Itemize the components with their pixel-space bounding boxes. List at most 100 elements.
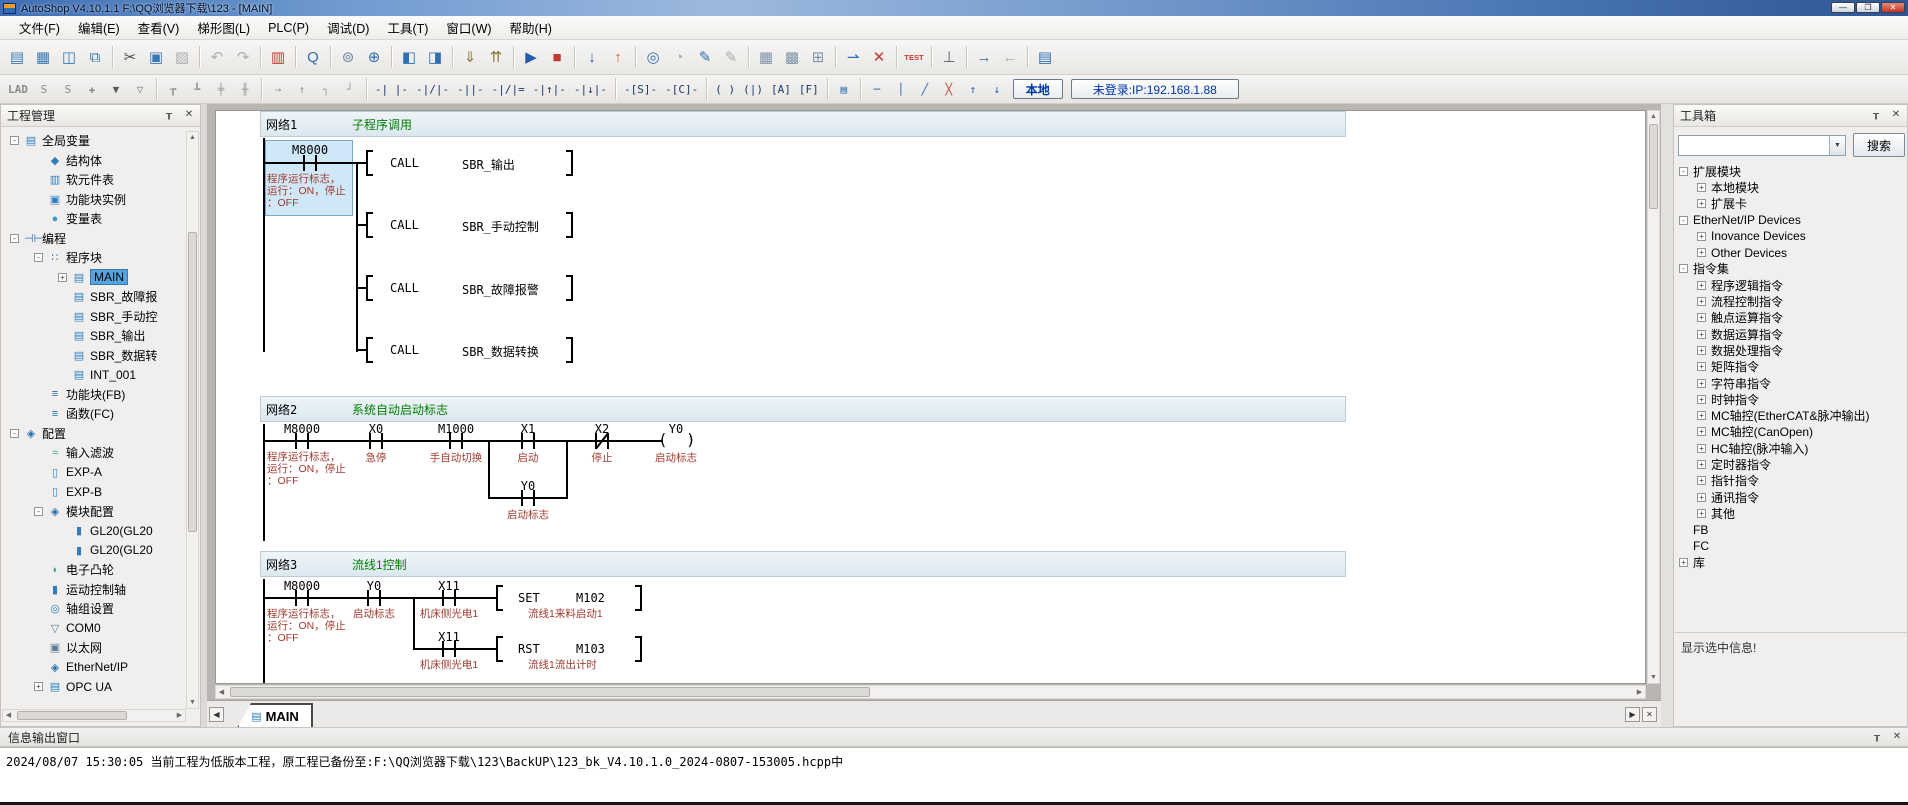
usb-connect-button[interactable]: ⊥	[937, 45, 961, 69]
tree-item-label[interactable]: OPC UA	[66, 680, 112, 694]
expander-icon[interactable]: +	[1697, 297, 1706, 306]
tree-item[interactable]: +扩展卡	[1675, 196, 1907, 212]
instruction-block[interactable]: CALLSBR_数据转换	[366, 337, 573, 363]
close-panel-icon[interactable]: ✕	[1889, 108, 1903, 122]
tree-item-label[interactable]: EXP-A	[66, 465, 102, 479]
tree-item[interactable]: + 数据处理指令	[1675, 342, 1907, 358]
tree-item-label[interactable]: SBR_输出	[90, 327, 145, 344]
ladder-coil[interactable]: (	[658, 430, 668, 449]
close-button[interactable]: ✕	[1881, 2, 1905, 13]
run-plc-button[interactable]: ▶	[519, 45, 543, 69]
expander-icon[interactable]: +	[1697, 330, 1706, 339]
tree-item[interactable]: ▤SBR_手动控	[2, 307, 186, 327]
expander-icon[interactable]: +	[1697, 346, 1706, 355]
tree-item[interactable]: ●变量表	[2, 209, 186, 229]
project-tree-vscrollbar[interactable]: ▲ ▼	[186, 131, 199, 709]
ladder-coil[interactable]: )	[686, 430, 696, 449]
tab-close-button[interactable]: ✕	[1642, 707, 1657, 722]
tree-item[interactable]: -EtherNet/IP Devices	[1675, 212, 1907, 228]
tree-item-label[interactable]: 通讯指令	[1711, 489, 1759, 506]
tree-item-label[interactable]: EtherNet/IP	[66, 660, 128, 674]
tree-item[interactable]: +▤MAIN	[2, 268, 186, 288]
tree-item-label[interactable]: Inovance Devices	[1711, 229, 1806, 243]
close-panel-icon[interactable]: ✕	[1890, 730, 1904, 744]
editor-hscrollbar[interactable]: ◀ ▶	[215, 685, 1646, 699]
redo-button[interactable]: ↷	[231, 45, 255, 69]
tree-item-label[interactable]: MC轴控(CanOpen)	[1711, 423, 1813, 440]
horizontal-line-button[interactable]: ─	[866, 79, 888, 99]
tree-item[interactable]: +本地模块	[1675, 179, 1907, 195]
save-all-button[interactable]: ⧉	[83, 45, 107, 69]
tree-item-label[interactable]: 运动控制轴	[66, 581, 126, 598]
expander-icon[interactable]: -	[1679, 167, 1688, 176]
tree-item[interactable]: ▯EXP-A	[2, 463, 186, 483]
move-down-alt-button[interactable]: ▽	[129, 79, 151, 99]
time-monitor-button[interactable]: ◔	[667, 45, 691, 69]
expander-icon[interactable]: +	[1679, 558, 1688, 567]
tree-item-label[interactable]: HC轴控(脉冲输入)	[1711, 440, 1808, 457]
sfc-step-button[interactable]: S	[33, 79, 55, 99]
tree-item[interactable]: ≡函数(FC)	[2, 404, 186, 424]
tree-item-label[interactable]: 函数(FC)	[66, 405, 114, 422]
simulation-test-button[interactable]: TEST	[902, 45, 926, 69]
expander-icon[interactable]: +	[1697, 411, 1706, 420]
compile-button[interactable]: ⊚	[336, 45, 360, 69]
tree-item[interactable]: ▤INT_001	[2, 365, 186, 385]
save-button[interactable]: ◫	[57, 45, 81, 69]
tree-item-label[interactable]: 数据运算指令	[1711, 326, 1783, 343]
contact-normally-closed-button[interactable]: -|/|-	[413, 79, 452, 99]
right-splitter[interactable]	[1661, 104, 1673, 727]
tree-item[interactable]: +Other Devices	[1675, 244, 1907, 260]
instruction-block[interactable]: CALLSBR_手动控制	[366, 212, 573, 238]
window-cascade-button[interactable]: ◧	[397, 45, 421, 69]
tree-item-label[interactable]: MC轴控(EtherCAT&脉冲输出)	[1711, 407, 1869, 424]
tree-item[interactable]: +其他	[1675, 505, 1907, 521]
expander-icon[interactable]: +	[1697, 232, 1706, 241]
tree-item-label[interactable]: 数据处理指令	[1711, 342, 1783, 359]
expander-icon[interactable]: +	[1697, 476, 1706, 485]
expander-icon[interactable]: +	[1697, 379, 1706, 388]
tree-item-label[interactable]: 功能块(FB)	[66, 386, 125, 403]
ladder-canvas[interactable]: 网络1子程序调用M8000程序运行标志， 运行：ON，停止 ：OFFCALLSB…	[215, 110, 1646, 684]
insert-branch-button[interactable]: ┲	[162, 79, 184, 99]
tree-item[interactable]: + MC轴控(EtherCAT&脉冲输出)	[1675, 407, 1907, 423]
import-program-button[interactable]: ⇓	[458, 45, 482, 69]
insert-row-button[interactable]: ╪	[210, 79, 232, 99]
compile-all-button[interactable]: ⊕	[362, 45, 386, 69]
stop-plc-button[interactable]: ■	[545, 45, 569, 69]
falling-edge-contact-button[interactable]: -|↓|-	[571, 79, 610, 99]
tree-item-label[interactable]: 以太网	[66, 639, 102, 656]
tree-item-label[interactable]: 输入滤波	[66, 444, 114, 461]
ladder-contact[interactable]	[303, 155, 305, 171]
menu-item[interactable]: 编辑(E)	[69, 15, 129, 40]
network-header[interactable]: 网络1子程序调用	[260, 111, 1346, 137]
tree-item-label[interactable]: 变量表	[66, 210, 102, 227]
instruction-list-button[interactable]: ▤	[833, 79, 855, 99]
tree-item[interactable]: + 定时器指令	[1675, 456, 1907, 472]
tree-item[interactable]: +MC轴控(CanOpen)	[1675, 424, 1907, 440]
open-project-button[interactable]: ▦	[31, 45, 55, 69]
menu-item[interactable]: 帮助(H)	[501, 15, 561, 40]
tab-main[interactable]: ▤ MAIN	[237, 703, 313, 728]
parallel-contact-closed-button[interactable]: -|/|=	[489, 79, 528, 99]
tree-item[interactable]: +流程控制指令	[1675, 293, 1907, 309]
local-mode-button[interactable]: 本地	[1013, 79, 1063, 99]
upload-from-plc-button[interactable]: ↑	[606, 45, 630, 69]
tree-item[interactable]: ▤SBR_输出	[2, 326, 186, 346]
expander-icon[interactable]: +	[1697, 460, 1706, 469]
minimize-button[interactable]: —	[1831, 2, 1855, 13]
tree-item[interactable]: +▤OPC UA	[2, 677, 186, 697]
expander-icon[interactable]: -	[34, 507, 43, 516]
tree-item-label[interactable]: 程序块	[66, 249, 102, 266]
tree-item-label[interactable]: 定时器指令	[1711, 456, 1771, 473]
tree-item-label[interactable]: 时钟指令	[1711, 391, 1759, 408]
cut-button[interactable]: ✂	[118, 45, 142, 69]
menu-item[interactable]: 窗口(W)	[437, 15, 500, 40]
tree-item[interactable]: +指针指令	[1675, 473, 1907, 489]
tree-item-label[interactable]: 轴组设置	[66, 600, 114, 617]
menu-item[interactable]: 梯形图(L)	[188, 15, 259, 40]
expander-icon[interactable]: -	[34, 253, 43, 262]
lad-mode-button[interactable]: LAD	[5, 79, 31, 99]
menu-item[interactable]: 查看(V)	[129, 15, 189, 40]
menu-item[interactable]: 调试(D)	[318, 15, 378, 40]
